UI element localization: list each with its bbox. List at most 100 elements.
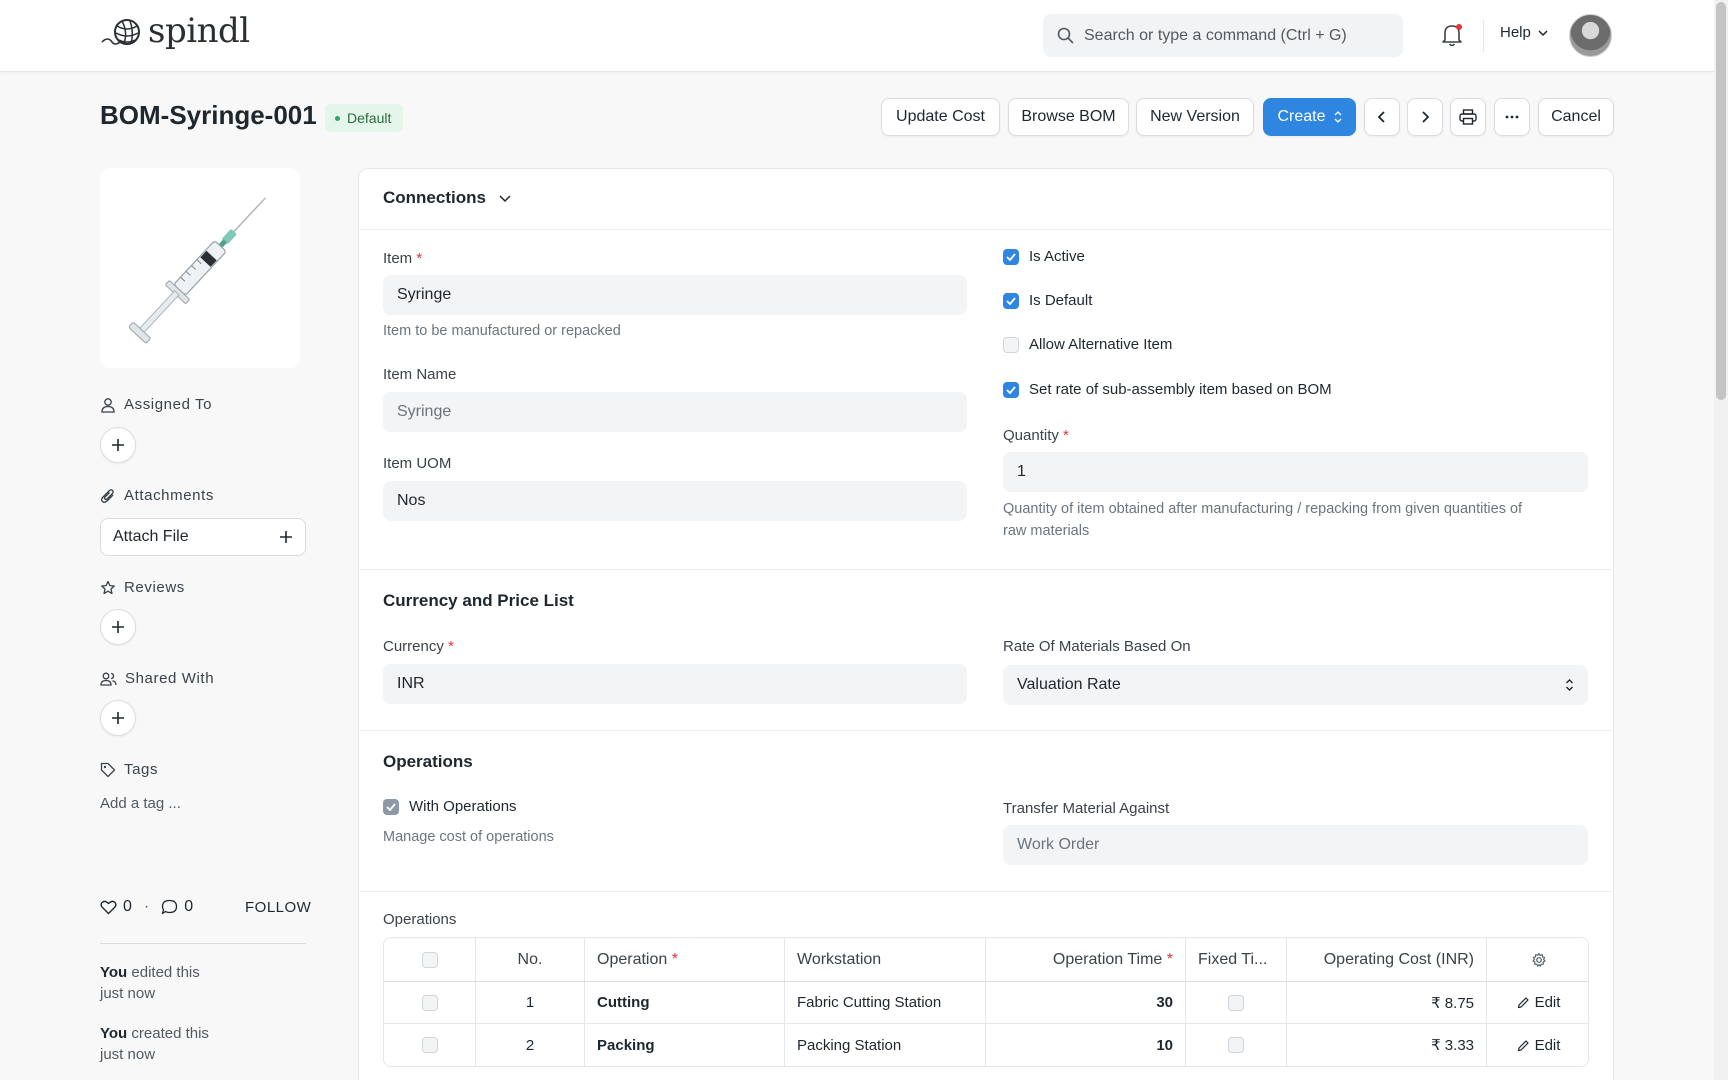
users-icon	[100, 672, 117, 686]
section-divider	[358, 569, 1614, 570]
navbar-divider	[1483, 20, 1484, 52]
row-time-cell[interactable]: 30	[986, 982, 1186, 1023]
row-edit-button[interactable]: Edit	[1517, 1037, 1560, 1054]
allow-alternative-checkbox[interactable]: Allow Alternative Item	[1003, 336, 1172, 353]
row-operation-cell[interactable]: Cutting	[585, 982, 785, 1023]
status-label: Default	[347, 110, 392, 126]
currency-section-title: Currency and Price List	[383, 591, 574, 610]
cancel-button[interactable]: Cancel	[1538, 98, 1614, 136]
checkbox-unchecked[interactable]	[1003, 336, 1019, 353]
add-review-button[interactable]	[100, 609, 136, 645]
print-button[interactable]	[1450, 98, 1486, 136]
row-fixed-time-cell	[1186, 982, 1287, 1023]
activity-item: You created this just now	[100, 1023, 310, 1065]
browse-bom-button[interactable]: Browse BOM	[1008, 98, 1129, 136]
update-cost-button[interactable]: Update Cost	[881, 98, 1000, 136]
row-edit-button[interactable]: Edit	[1517, 994, 1561, 1011]
set-rate-checkbox[interactable]: Set rate of sub-assembly item based on B…	[1003, 381, 1332, 398]
next-record-button[interactable]	[1407, 98, 1443, 136]
attach-file-button[interactable]: Attach File	[100, 518, 306, 556]
tags-label: Tags	[100, 761, 158, 778]
assigned-to-label: Assigned To	[100, 396, 212, 413]
row-workstation-cell[interactable]: Packing Station	[785, 1024, 986, 1066]
plus-icon	[112, 439, 124, 451]
gear-icon[interactable]	[1531, 952, 1547, 968]
fixed-time-checkbox[interactable]	[1228, 994, 1244, 1011]
table-row[interactable]: 2 Packing Packing Station 10 ₹ 3.33 Edit	[384, 1024, 1588, 1066]
create-button[interactable]: Create	[1263, 98, 1356, 136]
select-all-checkbox[interactable]	[421, 951, 438, 968]
item-uom-label: Item UOM	[383, 455, 452, 472]
app-logo[interactable]: spindl	[100, 14, 250, 48]
is-active-checkbox[interactable]: Is Active	[1003, 248, 1085, 265]
table-row[interactable]: 1 Cutting Fabric Cutting Station 30 ₹ 8.…	[384, 982, 1588, 1024]
follow-button[interactable]: FOLLOW	[245, 899, 311, 916]
user-avatar[interactable]	[1569, 14, 1612, 57]
comment-icon[interactable]	[161, 899, 178, 915]
currency-input[interactable]: INR	[383, 664, 967, 704]
rate-based-on-label: Rate Of Materials Based On	[1003, 638, 1191, 655]
row-workstation-cell[interactable]: Fabric Cutting Station	[785, 982, 986, 1023]
checkbox-checked[interactable]	[1003, 248, 1019, 265]
previous-record-button[interactable]	[1364, 98, 1400, 136]
chevron-right-icon	[1422, 111, 1430, 123]
more-actions-button[interactable]	[1494, 98, 1530, 136]
with-operations-checkbox[interactable]: With Operations	[383, 798, 517, 815]
checkbox-checked[interactable]	[1003, 292, 1019, 309]
checkbox-checked[interactable]	[383, 798, 399, 815]
row-select-cell	[384, 1024, 476, 1066]
row-time-cell[interactable]: 10	[986, 1024, 1186, 1066]
heart-icon[interactable]	[100, 899, 117, 915]
row-cost-cell: ₹ 3.33	[1287, 1024, 1487, 1066]
attach-file-label: Attach File	[113, 528, 189, 545]
check-icon	[1006, 385, 1016, 394]
notifications-bell-icon[interactable]	[1440, 22, 1464, 48]
row-checkbox[interactable]	[421, 1037, 438, 1053]
with-operations-help: Manage cost of operations	[383, 829, 554, 845]
search-bar[interactable]: Search or type a command (Ctrl + G)	[1043, 14, 1403, 57]
col-fixed-time-header: Fixed Ti...	[1186, 938, 1287, 981]
row-no-cell: 1	[476, 982, 585, 1023]
syringe-image	[128, 197, 266, 344]
plus-icon	[280, 531, 292, 543]
scrollbar-thumb[interactable]	[1716, 2, 1726, 400]
row-edit-cell: Edit	[1487, 982, 1588, 1023]
app-name: spindl	[148, 11, 250, 51]
connections-toggle[interactable]: Connections	[383, 188, 512, 208]
plus-icon	[112, 621, 124, 633]
search-icon	[1057, 27, 1074, 44]
quantity-input[interactable]: 1	[1003, 452, 1588, 492]
row-operation-cell[interactable]: Packing	[585, 1024, 785, 1066]
transfer-against-label: Transfer Material Against	[1003, 800, 1170, 817]
chevron-down-icon	[499, 195, 511, 203]
add-tag-link[interactable]: Add a tag ...	[100, 795, 181, 812]
page-title: BOM-Syringe-001	[100, 100, 317, 130]
column-settings-cell	[1487, 938, 1588, 981]
add-assignee-button[interactable]	[100, 427, 136, 463]
help-dropdown[interactable]: Help	[1500, 24, 1549, 41]
add-share-button[interactable]	[100, 700, 136, 736]
item-image[interactable]	[100, 168, 300, 368]
table-header-row: No. Operation * Workstation Operation Ti…	[384, 938, 1588, 982]
is-default-label: Is Default	[1029, 292, 1093, 309]
rate-based-on-select[interactable]: Valuation Rate	[1003, 665, 1588, 705]
user-icon	[101, 397, 115, 413]
status-badge: Default	[325, 104, 404, 132]
activity-user: You	[100, 1025, 128, 1042]
fixed-time-checkbox[interactable]	[1228, 1037, 1244, 1053]
likes-count: 0	[123, 898, 132, 915]
item-help: Item to be manufactured or repacked	[383, 323, 621, 339]
row-fixed-time-cell	[1186, 1024, 1287, 1066]
transfer-against-field: Work Order	[1003, 825, 1588, 865]
item-uom-input[interactable]: Nos	[383, 481, 967, 521]
new-version-button[interactable]: New Version	[1136, 98, 1254, 136]
allow-alternative-label: Allow Alternative Item	[1029, 336, 1173, 353]
comments-count: 0	[184, 898, 194, 915]
checkbox-checked[interactable]	[1003, 381, 1019, 398]
navbar: spindl Search or type a command (Ctrl + …	[0, 0, 1714, 72]
item-input[interactable]: Syringe	[383, 275, 967, 315]
row-checkbox[interactable]	[421, 994, 438, 1011]
is-default-checkbox[interactable]: Is Default	[1003, 292, 1092, 309]
check-icon	[1006, 296, 1016, 305]
edit-label: Edit	[1534, 994, 1561, 1011]
